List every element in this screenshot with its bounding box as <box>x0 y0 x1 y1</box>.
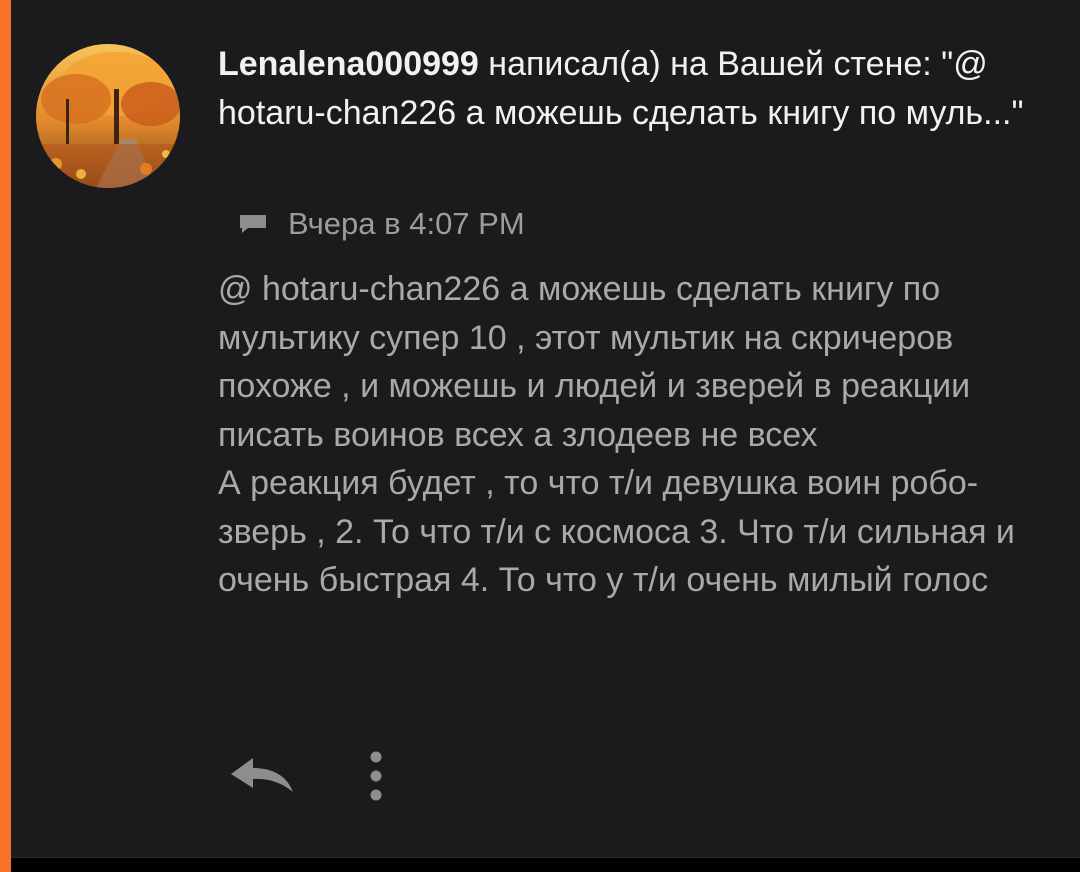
avatar[interactable] <box>36 44 180 188</box>
unread-accent-bar <box>0 0 11 872</box>
timestamp: Вчера в 4:07 PM <box>288 206 525 241</box>
reply-icon[interactable] <box>225 752 299 798</box>
notification-card[interactable]: Lenalena000999 написал(а) на Вашей стене… <box>0 0 1080 872</box>
author-username[interactable]: Lenalena000999 <box>218 45 479 83</box>
message-text: @ hotaru-chan226 а можешь сделать книгу … <box>218 270 1015 599</box>
notification-headline[interactable]: Lenalena000999 написал(а) на Вашей стене… <box>218 40 1038 138</box>
card-divider <box>11 857 1080 858</box>
notification-meta: Вчера в 4:07 PM <box>238 204 525 244</box>
more-vertical-icon[interactable] <box>358 745 394 807</box>
comment-icon <box>240 215 266 233</box>
avatar-image <box>36 44 180 188</box>
